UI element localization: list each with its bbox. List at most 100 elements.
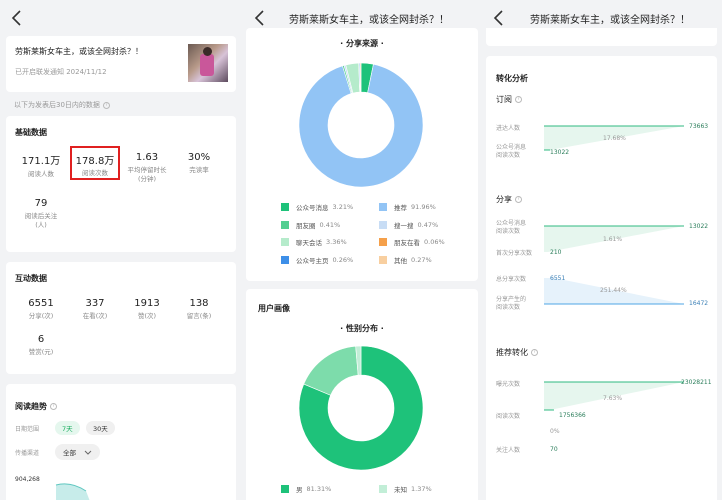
subscribe-row2-label: 公众号消息 阅读次数	[496, 144, 527, 159]
panel-overview: 劳斯莱斯女车主，或该全网封杀？！ 已开启联发通知 2024/11/12 以下为发…	[0, 0, 243, 500]
legend-value: 0.27%	[411, 255, 432, 264]
header-title: 劳斯莱斯女车主，或该全网封杀？！	[530, 15, 690, 26]
subscribe-title: 订阅?	[496, 94, 522, 105]
recommend-row1-label: 曝光次数	[496, 381, 521, 388]
legend-swatch	[281, 485, 289, 493]
trend-chart-area	[55, 483, 90, 500]
header-title: 劳斯莱斯女车主，或该全网封杀？！	[289, 15, 449, 26]
legend-item[interactable]: 搜一搜 0.47%	[379, 220, 438, 230]
stat-avg-stay: 1.63 平均停留时长 (分钟)	[127, 152, 167, 183]
back-arrow-icon[interactable]	[492, 9, 506, 27]
legend-value: 3.21%	[332, 203, 354, 211]
legend-label: 朋友在看	[394, 239, 420, 247]
legend-swatch	[281, 255, 289, 264]
legend-value: 0.26%	[332, 255, 354, 264]
read-trend-title: 阅读趋势?	[15, 401, 57, 412]
share-pct-2: 251.44%	[600, 287, 627, 294]
back-arrow-icon[interactable]	[10, 9, 24, 27]
legend-label: 未知	[394, 486, 407, 494]
legend-value: 0.41%	[319, 220, 341, 229]
recommend-row3-label: 关注人数	[496, 447, 521, 454]
publish-info: 已开启联发通知 2024/11/12	[15, 68, 107, 76]
trend-y-top-label: 904,268	[15, 476, 40, 483]
help-icon[interactable]: ?	[50, 403, 57, 410]
legend-item[interactable]: 男 81.31%	[281, 484, 331, 494]
legend-item[interactable]: 聊天会话 3.36%	[281, 237, 347, 247]
legend-label: 男	[296, 486, 303, 494]
stat-comments: 138 留言(条)	[186, 298, 212, 320]
legend-value: 1.37%	[411, 485, 432, 493]
chevron-down-icon	[84, 450, 92, 455]
back-arrow-icon[interactable]	[253, 9, 267, 27]
panel-share-source: 劳斯莱斯女车主，或该全网封杀？！ · 分享来源 · 公众号消息 3.21% 推荐 91…	[243, 0, 482, 500]
legend-item[interactable]: 公众号消息 3.21%	[281, 202, 353, 212]
stat-completion: 30% 完读率	[187, 152, 211, 174]
recommend-row2-value: 1756366	[559, 412, 586, 419]
legend-item[interactable]: 朋友圈 0.41%	[281, 220, 340, 230]
interaction-card: 互动数据 6551 分享(次) 337 在看(次) 1913 赞(次) 138 …	[6, 262, 236, 374]
channel-label: 传播渠道	[15, 450, 40, 457]
legend-item[interactable]: 未知 1.37%	[379, 484, 432, 494]
share-row4-label: 分享产生的 阅读次数	[496, 296, 527, 311]
legend-item[interactable]: 朋友在看 0.06%	[379, 237, 445, 247]
user-portrait-title: 用户画像	[258, 304, 290, 313]
share-pct-1: 1.61%	[603, 236, 623, 243]
share-source-title: · 分享来源 ·	[340, 39, 384, 48]
legend-swatch	[379, 203, 387, 211]
stat-looking: 337 在看(次)	[82, 298, 108, 320]
legend-item[interactable]: 推荐 91.96%	[379, 202, 436, 212]
legend-swatch	[379, 220, 387, 229]
gender-donut	[298, 345, 424, 471]
legend-label: 公众号主页	[296, 256, 329, 265]
basic-data-title: 基础数据	[15, 128, 47, 137]
previous-card-bottom	[486, 28, 717, 46]
share-row4-value: 16472	[689, 300, 709, 307]
recommend-pct: 7.63%	[603, 395, 623, 402]
stat-read-count-highlighted: 178.8万 阅读次数	[70, 146, 120, 180]
legend-swatch	[379, 238, 387, 246]
help-icon[interactable]: ?	[515, 196, 522, 203]
read-trend-card: 阅读趋势? 日期范围 7天 30天 传播渠道 全部 904,268	[6, 384, 236, 500]
legend-value: 81.31%	[306, 485, 332, 493]
share-row3-value: 6551	[550, 275, 566, 282]
legend-swatch	[281, 220, 289, 229]
conversion-title: 转化分析	[496, 74, 528, 83]
legend-label: 其他	[394, 256, 407, 265]
legend-value: 3.36%	[326, 238, 347, 246]
recommend-row1-value: 23028211	[681, 379, 712, 386]
help-icon[interactable]: ?	[531, 349, 538, 356]
help-icon[interactable]: ?	[515, 96, 522, 103]
conversion-card: 转化分析 订阅? 进达人数 73663 17.68% 公众号消息 阅读次数 130…	[486, 56, 717, 500]
help-icon[interactable]: ?	[102, 101, 110, 109]
range-7-days-button[interactable]: 7天	[55, 421, 80, 435]
recommend-row2-label: 阅读次数	[496, 413, 521, 420]
channel-dropdown[interactable]: 全部	[55, 444, 101, 460]
legend-swatch	[281, 238, 289, 246]
share-funnel-2	[544, 278, 684, 305]
recommend-pct-2: 0%	[550, 428, 560, 435]
panel-conversion: 劳斯莱斯女车主，或该全网封杀？！ 转化分析 订阅? 进达人数 73663 17.…	[482, 0, 722, 500]
share-title: 分享?	[496, 194, 522, 205]
article-card[interactable]: 劳斯莱斯女车主，或该全网封杀？！ 已开启联发通知 2024/11/12	[6, 36, 236, 92]
data-note: 以下为发表后30日内的数据?	[14, 100, 110, 110]
legend-item[interactable]: 其他 0.27%	[379, 255, 432, 265]
subscribe-pct: 17.68%	[603, 135, 626, 142]
share-row2-label: 首次分享次数	[496, 250, 533, 257]
legend-swatch	[379, 485, 387, 493]
interaction-title: 互动数据	[15, 274, 47, 283]
legend-label: 搜一搜	[394, 221, 414, 230]
legend-item[interactable]: 公众号主页 0.26%	[281, 255, 353, 265]
legend-label: 推荐	[394, 204, 407, 212]
legend-value: 0.47%	[417, 220, 439, 229]
stat-like: 1913 赞(次)	[134, 298, 160, 320]
share-source-donut	[298, 62, 424, 188]
header	[0, 0, 243, 36]
share-row1-value: 13022	[689, 223, 709, 230]
legend-label: 聊天会话	[296, 239, 322, 247]
range-label: 日期范围	[15, 426, 40, 433]
share-row2-value: 210	[550, 249, 562, 256]
user-portrait-card: 用户画像 · 性别分布 · 男 81.31% 未知 1.37%	[246, 289, 478, 500]
article-thumbnail	[188, 44, 228, 82]
range-30-days-button[interactable]: 30天	[86, 421, 115, 435]
donut-slice-7	[359, 62, 362, 93]
